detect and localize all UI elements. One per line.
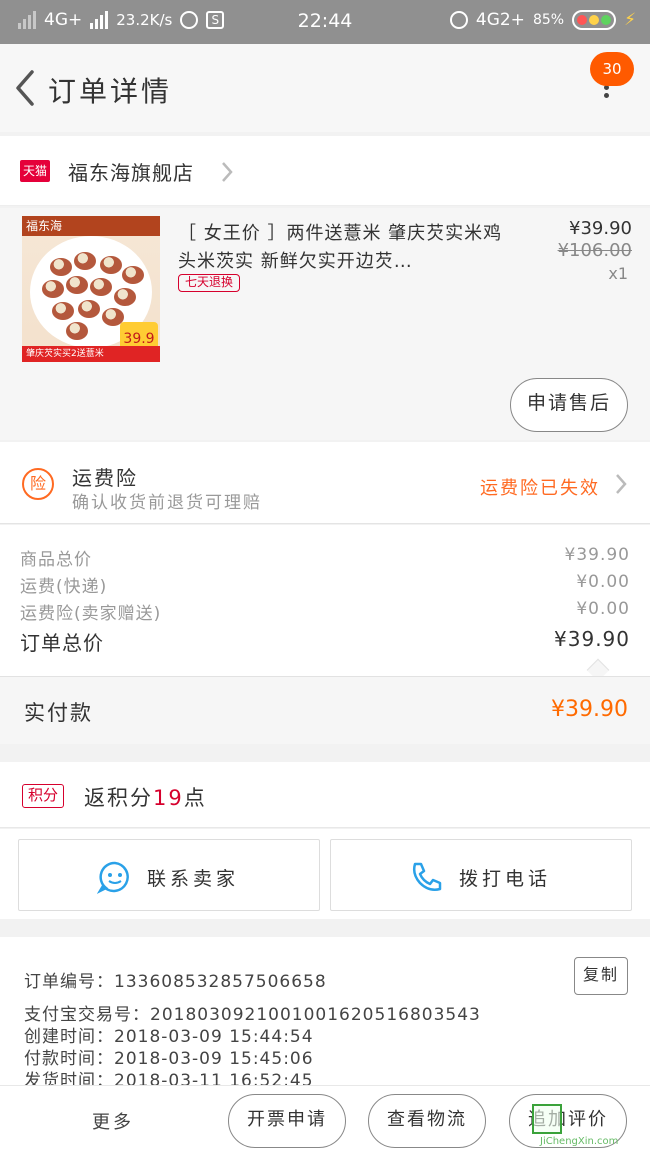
summary-label: 商品总价 [20,550,92,570]
product-quantity: x1 [608,264,628,283]
summary-label: 运费(快递) [20,577,108,597]
tmall-icon: 天猫 [20,160,50,182]
points-tag: 积分 [22,784,64,808]
bottom-action-bar: 更多 开票申请 查看物流 追加评价 JiChengXin.com [0,1085,650,1155]
chat-icon [97,861,129,894]
points-suffix: 点 [183,786,207,810]
alarm-icon [449,11,468,29]
points-row: 积分 返积分19点 [0,762,650,828]
battery-percent: 85% [532,12,565,28]
product-title[interactable]: ［ 女王价 ］两件送薏米 肇庆芡实米鸡头米茨实 新鲜欠实开边芡… [178,220,508,276]
watermark-logo: JiChengXin.com [528,1096,648,1148]
summary-row: 运费(快递) ¥0.00 [20,572,630,598]
contact-seller-button[interactable]: 联系卖家 [18,839,320,911]
phone-icon [412,862,442,891]
summary-label: 运费险(卖家赠送) [20,604,162,624]
order-number: 订单编号：133608532857506658 [24,972,327,992]
status-bar: 4G+ 23.2K/s S 22:44 4G2+ 85% ⚡ [0,0,650,44]
order-total-row: 订单总价 ¥39.90 [20,627,630,655]
actual-payment-row: 实付款 ¥39.90 [0,676,650,744]
shop-name[interactable]: 福东海旗舰店 [68,157,194,186]
message-count-badge[interactable]: 30 [590,52,634,86]
order-item[interactable]: 福东海 39.9 肇庆芡实买2送薏米 ［ 女王价 ］两件送薏米 肇庆芡实米鸡头米… [0,208,650,440]
order-total-value: ¥39.90 [554,627,630,651]
chevron-right-icon [616,474,627,494]
watermark-icon [532,1104,562,1134]
return-policy-tag: 七天退换 [178,274,241,292]
call-phone-label: 拨打电话 [459,868,552,890]
summary-value: ¥0.00 [576,572,630,592]
order-total-label: 订单总价 [20,631,104,655]
actual-payment-label: 实付款 [24,701,93,725]
product-price: ¥39.90 [569,218,632,239]
chevron-right-icon [222,162,233,182]
product-image-brand: 福东海 [22,216,160,236]
shop-row[interactable]: 天猫 福东海旗舰店 [0,136,650,206]
summary-row: 商品总价 ¥39.90 [20,545,630,571]
watermark-url: JiChengXin.com [540,1136,619,1147]
points-text: 返积分19点 [84,782,207,812]
contact-actions: 联系卖家 拨打电话 [0,829,650,919]
back-icon[interactable] [12,68,40,108]
charging-icon: ⚡ [624,10,636,30]
after-sale-button[interactable]: 申请售后 [510,378,628,432]
summary-row: 运费险(卖家赠送) ¥0.00 [20,599,630,625]
view-logistics-button[interactable]: 查看物流 [368,1094,486,1148]
product-image[interactable]: 福东海 39.9 肇庆芡实买2送薏米 [22,216,160,362]
insurance-subtitle: 确认收货前退货可理赔 [72,493,262,513]
points-count: 19 [153,786,184,810]
more-button[interactable]: 更多 [92,1108,134,1134]
product-image-caption: 肇庆芡实买2送薏米 [22,346,160,362]
call-phone-button[interactable]: 拨打电话 [330,839,632,911]
invoice-request-button[interactable]: 开票申请 [228,1094,346,1148]
battery-icon [572,10,617,30]
shipping-insurance-row[interactable]: 险 运费险 确认收货前退货可理赔 运费险已失效 [0,442,650,524]
network-type-2: 4G2+ [475,10,525,30]
points-prefix: 返积分 [84,786,153,810]
product-original-price: ¥106.00 [557,240,632,261]
insurance-title: 运费险 [72,466,138,490]
insurance-icon: 险 [22,468,54,500]
order-info: 订单编号：133608532857506658 复制 支付宝交易号：201803… [0,937,650,1091]
nav-bar: 订单详情 30 [0,44,650,132]
summary-value: ¥0.00 [576,599,630,619]
insurance-status[interactable]: 运费险已失效 [480,474,600,500]
actual-payment-value: ¥39.90 [551,697,628,722]
price-summary: 商品总价 ¥39.90 运费(快递) ¥0.00 运费险(卖家赠送) ¥0.00… [0,525,650,682]
page-title: 订单详情 [48,75,173,108]
summary-value: ¥39.90 [564,545,630,565]
copy-button[interactable]: 复制 [574,957,628,995]
contact-seller-label: 联系卖家 [147,868,240,890]
